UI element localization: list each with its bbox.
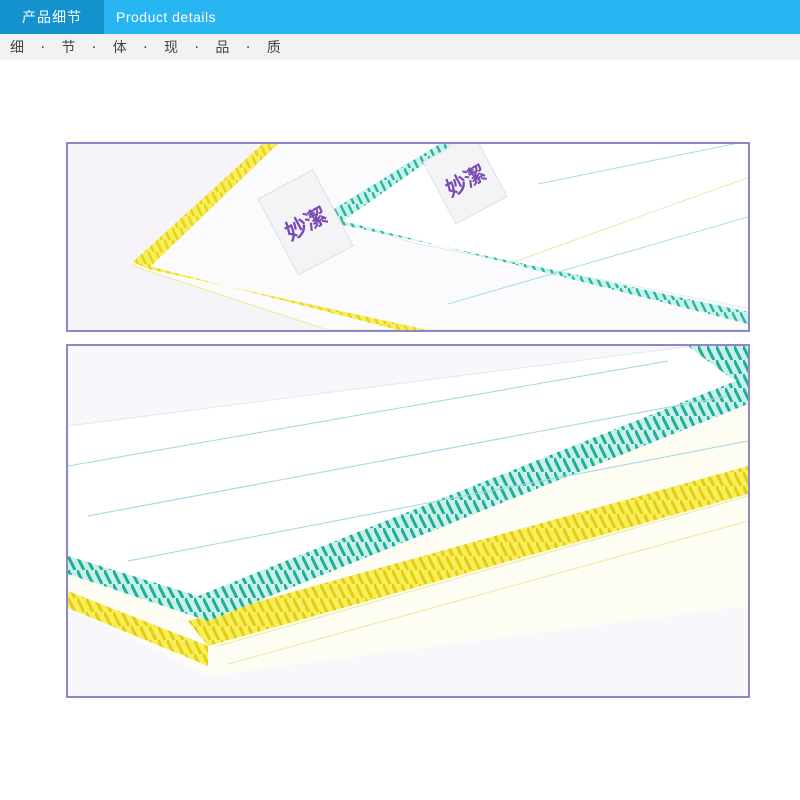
section-title-en: Product details — [116, 9, 217, 25]
product-detail-page: 产品细节 Product details 细 · 节 · 体 · 现 · 品 ·… — [0, 0, 800, 800]
section-header: 产品细节 Product details — [0, 0, 800, 34]
detail-photo-top-illustration: 妙潔 妙潔 — [68, 144, 748, 330]
detail-photo-top: 妙潔 妙潔 — [66, 142, 750, 332]
section-label: 产品细节 — [0, 0, 104, 34]
section-subtitle: 细 · 节 · 体 · 现 · 品 · 质 — [0, 34, 800, 60]
detail-photo-bottom — [66, 344, 750, 698]
detail-photo-bottom-illustration — [68, 346, 748, 696]
